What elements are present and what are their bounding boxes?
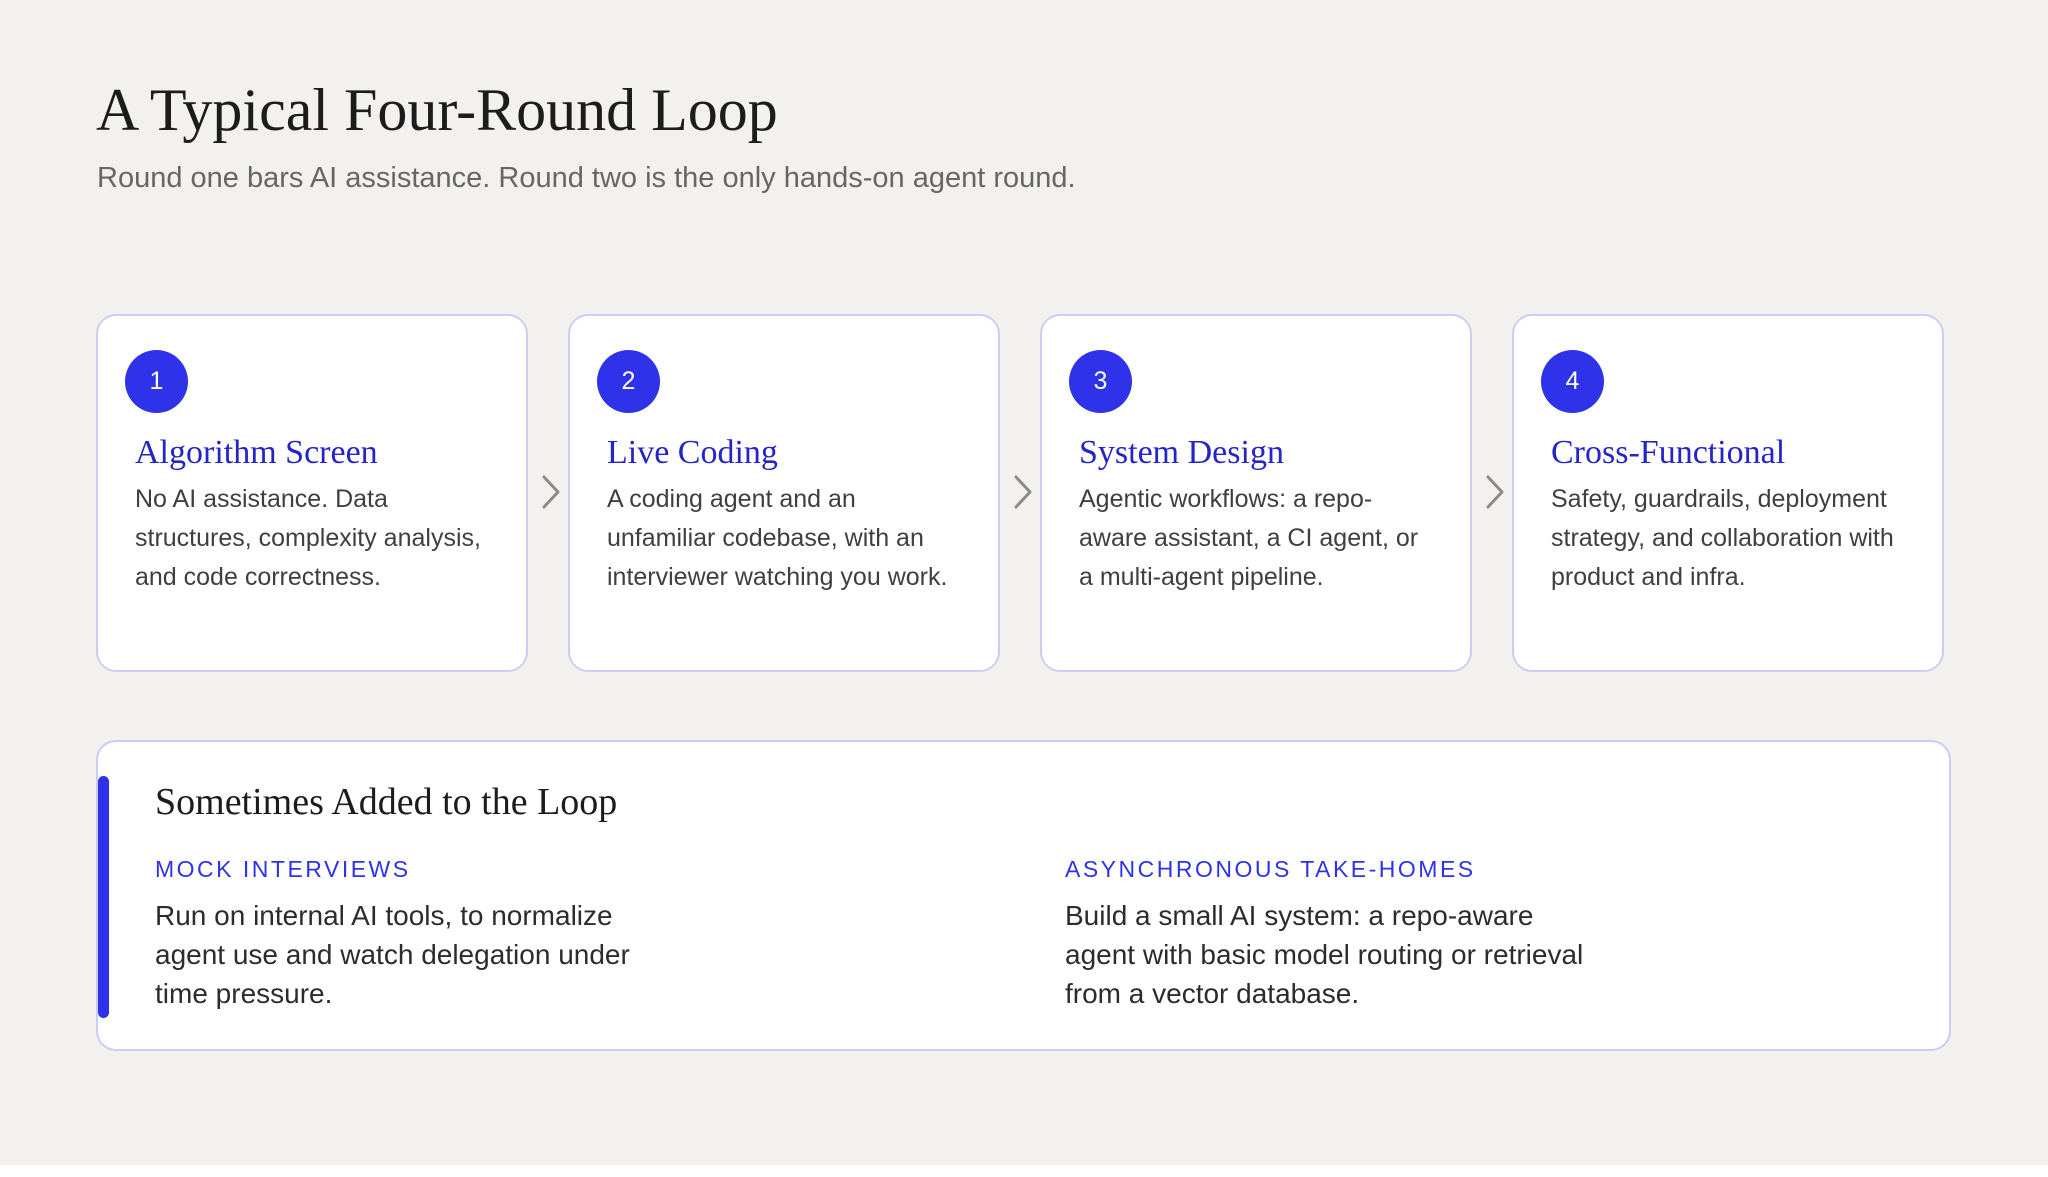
extras-card: Sometimes Added to the Loop Mock Intervi… — [96, 740, 1951, 1051]
extra-item-take-homes: Asynchronous Take-Homes Build a small AI… — [1065, 854, 1665, 1013]
step-badge: 2 — [597, 350, 660, 413]
step-badge: 1 — [125, 350, 188, 413]
round-description: Safety, guardrails, deployment strategy,… — [1551, 485, 1894, 591]
round-card-4: 4 Cross-Functional Safety, guardrails, d… — [1512, 314, 1944, 672]
round-description: A coding agent and an unfamiliar codebas… — [607, 485, 948, 591]
step-badge: 4 — [1541, 350, 1604, 413]
extra-item-description: Run on internal AI tools, to normalize a… — [155, 900, 630, 1009]
round-card-2: 2 Live Coding A coding agent and an unfa… — [568, 314, 1000, 672]
extra-item-label: Mock Interviews — [155, 856, 411, 882]
round-card-1: 1 Algorithm Screen No AI assistance. Dat… — [96, 314, 528, 672]
round-description: Agentic workflows: a repo-aware assistan… — [1079, 485, 1419, 591]
extras-title: Sometimes Added to the Loop — [155, 781, 618, 823]
round-title: Algorithm Screen — [135, 434, 378, 471]
extra-item-mock-interviews: Mock Interviews Run on internal AI tools… — [155, 854, 755, 1013]
round-title: Live Coding — [607, 434, 778, 471]
extra-item-label: Asynchronous Take-Homes — [1065, 856, 1476, 882]
chevron-right-icon — [542, 475, 560, 509]
accent-bar — [98, 776, 109, 1018]
round-title: Cross-Functional — [1551, 434, 1786, 471]
round-description: No AI assistance. Data structures, compl… — [135, 485, 481, 591]
extra-item-description: Build a small AI system: a repo-aware ag… — [1065, 900, 1584, 1009]
round-title: System Design — [1079, 434, 1284, 471]
diagram-canvas: A Typical Four-Round Loop Round one bars… — [0, 0, 2048, 1165]
step-badge: 3 — [1069, 350, 1132, 413]
chevron-right-icon — [1014, 475, 1032, 509]
page-title: A Typical Four-Round Loop — [96, 77, 778, 143]
chevron-right-icon — [1486, 475, 1504, 509]
round-card-3: 3 System Design Agentic workflows: a rep… — [1040, 314, 1472, 672]
page-subtitle: Round one bars AI assistance. Round two … — [97, 162, 1076, 194]
